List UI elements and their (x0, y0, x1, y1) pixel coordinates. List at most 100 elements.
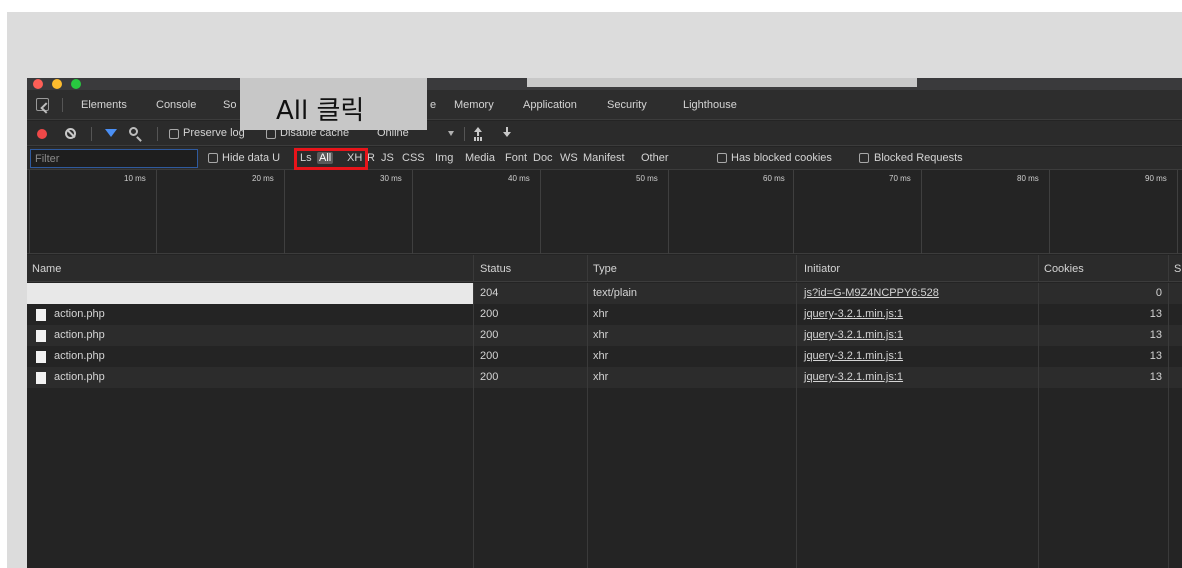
close-window-button[interactable] (33, 79, 43, 89)
timeline-tick-label: 80 ms (1017, 174, 1039, 183)
filter-type-css[interactable]: CSS (402, 152, 425, 164)
request-cookies: 13 (1149, 350, 1162, 362)
filter-type-ws[interactable]: WS (560, 152, 578, 164)
request-initiator-link[interactable]: jquery-3.2.1.min.js:1 (804, 350, 903, 362)
column-divider (473, 283, 474, 568)
request-initiator-link[interactable]: js?id=G-M9Z4NCPPY6:528 (804, 287, 939, 299)
disable-cache-checkbox[interactable] (266, 129, 276, 139)
document-icon (36, 309, 46, 321)
column-divider (796, 283, 797, 568)
filter-type-manifest[interactable]: Manifest (583, 152, 625, 164)
filter-type-font[interactable]: Font (505, 152, 527, 164)
network-toolbar: Preserve log Disable cache Online (27, 121, 1182, 146)
request-status: 200 (480, 308, 499, 320)
devtools-window: Elements Console So e Memory Application… (27, 78, 1182, 568)
request-name[interactable]: action.php (54, 371, 105, 383)
request-initiator-link[interactable]: jquery-3.2.1.min.js:1 (804, 329, 903, 341)
tab-lighthouse[interactable]: Lighthouse (683, 99, 737, 111)
request-name[interactable]: action.php (54, 350, 105, 362)
request-cookies: 13 (1149, 329, 1162, 341)
record-icon[interactable] (37, 129, 47, 139)
blocked-requests-checkbox[interactable] (859, 153, 869, 163)
zoom-window-button[interactable] (71, 79, 81, 89)
filter-type-js[interactable]: JS (381, 152, 394, 164)
has-blocked-cookies-label: Has blocked cookies (731, 152, 832, 164)
document-icon (36, 372, 46, 384)
request-type: xhr (593, 371, 609, 383)
minimize-window-button[interactable] (52, 79, 62, 89)
column-divider (473, 255, 474, 282)
toolbar-separator (157, 127, 158, 141)
filter-type-r[interactable]: R (367, 152, 375, 164)
table-row[interactable]: action.php 200 xhr jquery-3.2.1.min.js:1… (27, 304, 1182, 325)
hide-data-urls-checkbox[interactable] (208, 153, 218, 163)
timeline-tick-label: 30 ms (380, 174, 402, 183)
table-row[interactable]: action.php 200 xhr jquery-3.2.1.min.js:1… (27, 367, 1182, 388)
request-table-body: 204 text/plain js?id=G-M9Z4NCPPY6:528 0 … (27, 283, 1182, 568)
request-type: xhr (593, 350, 609, 362)
has-blocked-cookies-checkbox[interactable] (717, 153, 727, 163)
table-row[interactable]: action.php 200 xhr jquery-3.2.1.min.js:1… (27, 325, 1182, 346)
column-divider (587, 255, 588, 282)
table-row[interactable]: 204 text/plain js?id=G-M9Z4NCPPY6:528 0 (27, 283, 1182, 304)
preserve-log-label: Preserve log (183, 127, 245, 139)
tab-sources[interactable]: So (223, 99, 236, 111)
search-icon[interactable] (129, 127, 138, 136)
timeline-gridline (668, 170, 669, 254)
table-row[interactable]: action.php 200 xhr jquery-3.2.1.min.js:1… (27, 346, 1182, 367)
column-divider (1168, 255, 1169, 282)
column-divider (1038, 283, 1039, 568)
timeline-tick-label: 50 ms (636, 174, 658, 183)
preserve-log-checkbox[interactable] (169, 129, 179, 139)
hide-data-urls-label: Hide data U (222, 152, 281, 164)
instruction-callout-text: All 클릭 (276, 96, 365, 126)
column-header-status[interactable]: Status (480, 263, 511, 275)
column-header-cookies[interactable]: Cookies (1044, 263, 1084, 275)
filter-icon[interactable] (105, 129, 117, 137)
filter-type-media[interactable]: Media (465, 152, 495, 164)
request-name[interactable]: action.php (54, 329, 105, 341)
filter-type-doc[interactable]: Doc (533, 152, 553, 164)
request-initiator-link[interactable]: jquery-3.2.1.min.js:1 (804, 371, 903, 383)
toolbar-separator (464, 127, 465, 141)
column-divider (796, 255, 797, 282)
column-divider (1168, 283, 1169, 568)
column-header-type[interactable]: Type (593, 263, 617, 275)
column-header-name[interactable]: Name (32, 263, 61, 275)
request-status: 200 (480, 329, 499, 341)
filter-input[interactable] (30, 149, 198, 168)
request-table-header: Name Status Type Initiator Cookies Si (27, 255, 1182, 282)
inspect-element-icon[interactable] (36, 98, 49, 111)
timeline-tick-label: 70 ms (889, 174, 911, 183)
timeline-gridline (412, 170, 413, 254)
filter-type-img[interactable]: Img (435, 152, 453, 164)
tab-application[interactable]: Application (523, 99, 577, 111)
toolbar-separator (91, 127, 92, 141)
chevron-down-icon[interactable] (448, 131, 454, 136)
request-type: xhr (593, 329, 609, 341)
timeline-gridline (793, 170, 794, 254)
tab-elements[interactable]: Elements (81, 99, 127, 111)
request-name[interactable]: action.php (54, 308, 105, 320)
tab-performance[interactable]: e (430, 99, 436, 111)
request-status: 204 (480, 287, 499, 299)
request-name-cell[interactable] (27, 283, 473, 304)
tab-console[interactable]: Console (156, 99, 196, 111)
timeline-gridline (284, 170, 285, 254)
timeline-tick-label: 20 ms (252, 174, 274, 183)
filter-type-other[interactable]: Other (641, 152, 669, 164)
tab-memory[interactable]: Memory (454, 99, 494, 111)
timeline-overview[interactable]: 10 ms 20 ms 30 ms 40 ms 50 ms 60 ms 70 m… (27, 170, 1182, 254)
tab-separator (62, 98, 63, 112)
column-divider (587, 283, 588, 568)
clear-icon[interactable] (65, 128, 76, 139)
request-type: xhr (593, 308, 609, 320)
timeline-gridline (540, 170, 541, 254)
export-har-icon[interactable] (503, 127, 512, 139)
column-header-initiator[interactable]: Initiator (804, 263, 840, 275)
blocked-requests-label: Blocked Requests (874, 152, 963, 164)
request-initiator-link[interactable]: jquery-3.2.1.min.js:1 (804, 308, 903, 320)
column-header-size[interactable]: Si (1174, 263, 1182, 275)
tab-security[interactable]: Security (607, 99, 647, 111)
import-har-icon[interactable] (474, 127, 483, 139)
